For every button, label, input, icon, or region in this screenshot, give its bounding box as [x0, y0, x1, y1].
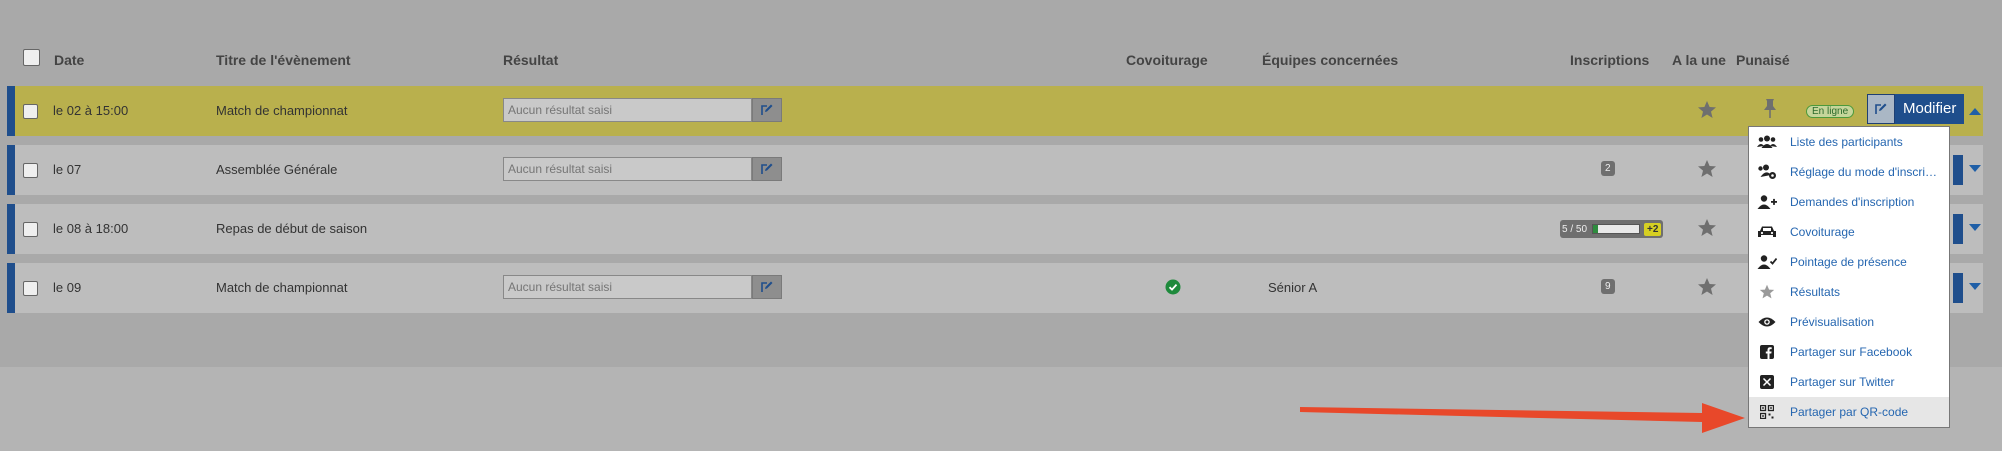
facebook-icon	[1756, 345, 1778, 359]
row-date: le 07	[53, 162, 82, 177]
edit-icon	[761, 281, 773, 292]
header-title[interactable]: Titre de l'évènement	[216, 52, 351, 68]
registrations-bar-fill	[1593, 225, 1598, 233]
header-featured: A la une	[1672, 52, 1726, 68]
result-input[interactable]	[503, 157, 752, 181]
annotation-arrow-icon	[1300, 403, 1745, 433]
x-twitter-icon	[1756, 375, 1778, 389]
modify-label: Modifier	[1895, 94, 1965, 124]
registrations-count[interactable]: 9	[1601, 279, 1615, 294]
row-title[interactable]: Assemblée Générale	[216, 162, 337, 177]
menu-item-carpool[interactable]: Covoiturage	[1749, 217, 1949, 247]
result-field	[503, 98, 788, 122]
edit-result-button[interactable]	[752, 275, 782, 299]
user-check-icon	[1756, 255, 1778, 269]
featured-star-icon[interactable]	[1697, 159, 1717, 179]
modify-button[interactable]: Modifier	[1867, 94, 1965, 124]
pin-icon[interactable]	[1761, 98, 1779, 120]
table-row[interactable]: le 08 à 18:00 Repas de début de saison 5…	[7, 204, 1983, 254]
edit-icon	[761, 104, 773, 115]
registrations-gauge[interactable]: 5 / 50 +2	[1560, 220, 1664, 238]
menu-item-label: Partager sur Twitter	[1790, 375, 1895, 389]
chevron-up-icon[interactable]	[1969, 108, 1981, 115]
menu-item-label: Covoiturage	[1790, 225, 1855, 239]
menu-item-participants[interactable]: Liste des participants	[1749, 127, 1949, 157]
menu-item-label: Pointage de présence	[1790, 255, 1907, 269]
registrations-count[interactable]: 2	[1601, 161, 1615, 176]
row-checkbox[interactable]	[23, 222, 38, 237]
menu-item-registration-requests[interactable]: Demandes d'inscription	[1749, 187, 1949, 217]
result-input[interactable]	[503, 98, 752, 122]
row-stripe	[7, 204, 15, 254]
select-all-checkbox[interactable]	[23, 49, 40, 66]
modify-button-edge	[1953, 155, 1963, 185]
row-stripe	[7, 145, 15, 195]
chevron-down-icon[interactable]	[1969, 165, 1981, 172]
header-date[interactable]: Date	[54, 52, 84, 68]
header-carpool: Covoiturage	[1126, 52, 1208, 68]
menu-item-share-twitter[interactable]: Partager sur Twitter	[1749, 367, 1949, 397]
row-stripe	[7, 263, 15, 313]
menu-item-label: Liste des participants	[1790, 135, 1903, 149]
result-field	[503, 275, 788, 299]
featured-star-icon[interactable]	[1697, 100, 1717, 120]
table-row[interactable]: le 07 Assemblée Générale 2	[7, 145, 1983, 195]
row-checkbox[interactable]	[23, 163, 38, 178]
menu-item-label: Résultats	[1790, 285, 1841, 299]
table-row[interactable]: le 09 Match de championnat Sénior A 9	[7, 263, 1983, 313]
edit-result-button[interactable]	[752, 157, 782, 181]
menu-item-attendance[interactable]: Pointage de présence	[1749, 247, 1949, 277]
actions-menu: Liste des participants Réglage du mode d…	[1748, 126, 1950, 428]
status-badge: En ligne	[1806, 105, 1855, 118]
registrations-bar	[1592, 224, 1641, 234]
row-stripe	[7, 86, 15, 136]
modify-edit-icon-box	[1867, 94, 1895, 124]
header-result: Résultat	[503, 52, 559, 68]
chevron-down-icon[interactable]	[1969, 283, 1981, 290]
user-plus-icon	[1756, 195, 1778, 209]
registrations-count: 5 / 50	[1562, 223, 1588, 235]
featured-star-icon[interactable]	[1697, 277, 1717, 297]
eye-icon	[1756, 316, 1778, 328]
row-title[interactable]: Repas de début de saison	[216, 221, 367, 236]
row-title[interactable]: Match de championnat	[216, 103, 348, 118]
table-row[interactable]: le 02 à 15:00 Match de championnat En li…	[7, 86, 1983, 136]
menu-item-label: Réglage du mode d'inscri…	[1790, 165, 1938, 179]
team-name: Sénior A	[1268, 280, 1318, 295]
car-icon	[1756, 225, 1778, 239]
header-pinned: Punaisé	[1736, 52, 1790, 68]
qr-code-icon	[1756, 405, 1778, 419]
menu-item-share-facebook[interactable]: Partager sur Facebook	[1749, 337, 1949, 367]
star-icon	[1756, 284, 1778, 300]
row-date: le 09	[53, 280, 82, 295]
menu-item-results[interactable]: Résultats	[1749, 277, 1949, 307]
row-title[interactable]: Match de championnat	[216, 280, 348, 295]
featured-star-icon[interactable]	[1697, 218, 1717, 238]
row-checkbox[interactable]	[23, 104, 38, 119]
edit-result-button[interactable]	[752, 98, 782, 122]
users-gear-icon	[1756, 164, 1778, 180]
edit-icon	[1875, 103, 1887, 114]
chevron-down-icon[interactable]	[1969, 224, 1981, 231]
modify-button-edge	[1953, 273, 1963, 303]
row-date: le 08 à 18:00	[53, 221, 129, 236]
row-checkbox[interactable]	[23, 281, 38, 296]
result-field	[503, 157, 788, 181]
users-icon	[1756, 135, 1778, 149]
modify-button-edge	[1953, 214, 1963, 244]
header-registrations: Inscriptions	[1570, 52, 1650, 68]
check-circle-icon	[1165, 279, 1181, 295]
edit-icon	[761, 163, 773, 174]
row-date: le 02 à 15:00	[53, 103, 129, 118]
menu-item-label: Partager sur Facebook	[1790, 345, 1913, 359]
menu-item-label: Demandes d'inscription	[1790, 195, 1915, 209]
menu-item-label: Prévisualisation	[1790, 315, 1875, 329]
menu-item-registration-settings[interactable]: Réglage du mode d'inscri…	[1749, 157, 1949, 187]
menu-item-preview[interactable]: Prévisualisation	[1749, 307, 1949, 337]
result-input[interactable]	[503, 275, 752, 299]
header-teams: Équipes concernées	[1262, 52, 1399, 68]
menu-item-share-qr[interactable]: Partager par QR-code	[1749, 397, 1949, 427]
menu-item-label: Partager par QR-code	[1790, 405, 1909, 419]
extra-badge: +2	[1644, 222, 1662, 236]
